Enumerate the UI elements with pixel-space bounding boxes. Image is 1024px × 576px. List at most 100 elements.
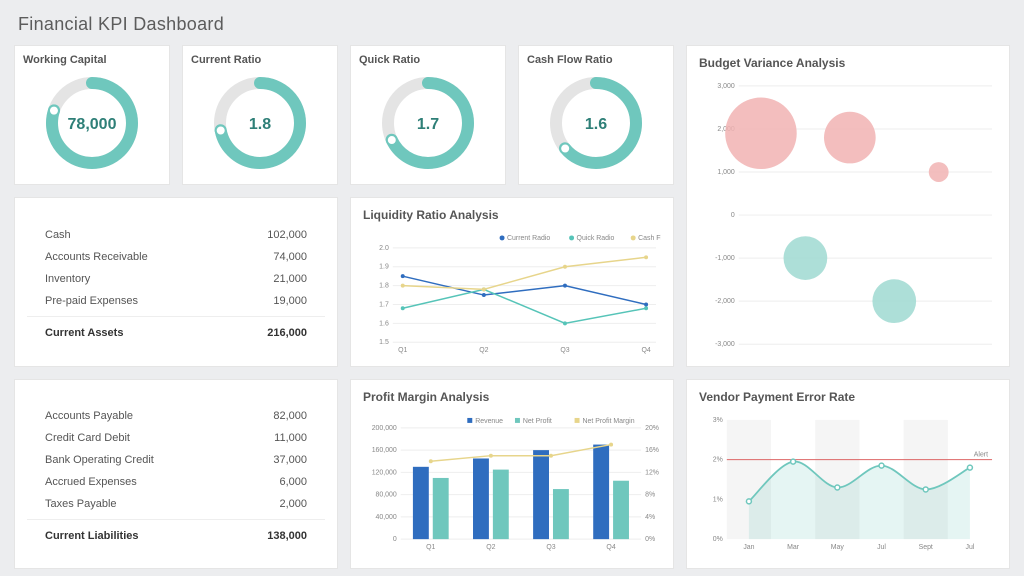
svg-text:1.8: 1.8: [379, 283, 389, 290]
svg-text:Current Radio: Current Radio: [507, 235, 550, 242]
row-value: 6,000: [279, 476, 307, 488]
row-label: Accounts Payable: [45, 410, 133, 422]
row-value: 19,000: [273, 295, 307, 307]
gauge-value: 78,000: [68, 116, 117, 133]
svg-text:8%: 8%: [645, 492, 655, 499]
gauge-icon: 1.8: [205, 73, 315, 173]
row-label: Pre-paid Expenses: [45, 295, 138, 307]
table-total: Current Assets 216,000: [27, 316, 325, 341]
svg-text:120,000: 120,000: [372, 469, 397, 476]
profit-margin-title: Profit Margin Analysis: [363, 390, 661, 404]
kpi-gauges-row: Working Capital 78,000 Current Ratio 1.8…: [14, 45, 674, 185]
svg-text:Jul: Jul: [965, 544, 974, 551]
gauge-title: Working Capital: [23, 54, 161, 66]
gauge-icon: 78,000: [37, 73, 147, 173]
row-value: 21,000: [273, 273, 307, 285]
svg-text:Q2: Q2: [479, 347, 488, 354]
liquidity-ratio-title: Liquidity Ratio Analysis: [363, 208, 661, 222]
svg-text:Q4: Q4: [641, 347, 650, 354]
budget-variance-chart: -3,000-2,000-1,00001,0002,0003,000: [699, 76, 997, 354]
svg-text:1.5: 1.5: [379, 339, 389, 346]
row-value: 82,000: [273, 410, 307, 422]
current-liabilities-panel: Accounts Payable 82,000 Credit Card Debit 1…: [14, 379, 338, 569]
total-value: 216,000: [267, 327, 307, 339]
svg-text:Jan: Jan: [743, 544, 754, 551]
vendor-error-panel: Vendor Payment Error Rate 0%1%2%3%AlertJ…: [686, 379, 1010, 569]
table-row: Pre-paid Expenses 19,000: [27, 290, 325, 312]
row-label: Credit Card Debit: [45, 432, 130, 444]
svg-text:1.6: 1.6: [379, 320, 389, 327]
gauge-icon: 1.7: [373, 73, 483, 173]
liquidity-ratio-panel: Liquidity Ratio Analysis Current Radio Qu…: [350, 197, 674, 367]
svg-text:4%: 4%: [645, 514, 655, 521]
svg-text:Mar: Mar: [787, 544, 800, 551]
svg-text:Net Profit Margin: Net Profit Margin: [583, 418, 635, 425]
svg-text:1,000: 1,000: [717, 169, 735, 176]
table-row: Accounts Payable 82,000: [27, 405, 325, 427]
svg-text:200,000: 200,000: [372, 425, 397, 432]
row-value: 11,000: [274, 432, 307, 444]
row-value: 2,000: [279, 498, 307, 510]
svg-text:Quick Radio: Quick Radio: [577, 235, 615, 242]
svg-text:40,000: 40,000: [376, 514, 397, 521]
svg-text:0: 0: [731, 212, 735, 219]
svg-text:Q1: Q1: [426, 544, 435, 551]
total-value: 138,000: [267, 530, 307, 542]
vendor-error-chart: 0%1%2%3%AlertJanMarMayJulSeptJul: [699, 410, 997, 559]
svg-text:Jul: Jul: [877, 544, 886, 551]
gauge-value: 1.6: [585, 116, 607, 133]
table-row: Inventory 21,000: [27, 268, 325, 290]
vendor-error-title: Vendor Payment Error Rate: [699, 390, 997, 404]
svg-text:Net Profit: Net Profit: [523, 418, 552, 425]
gauge-title: Quick Ratio: [359, 54, 497, 66]
profit-margin-chart: Revenue Net Profit Net Profit Margin 0 40,00…: [363, 410, 661, 559]
svg-text:3%: 3%: [713, 417, 723, 424]
svg-text:2%: 2%: [713, 457, 723, 464]
svg-text:-2,000: -2,000: [715, 298, 735, 305]
table-row: Cash102,000: [27, 224, 325, 246]
row-label: Accrued Expenses: [45, 476, 137, 488]
svg-text:Q3: Q3: [546, 544, 555, 551]
gauge-card-1: Current Ratio 1.8: [182, 45, 338, 185]
svg-text:Q3: Q3: [560, 347, 569, 354]
page-title: Financial KPI Dashboard: [18, 14, 1010, 35]
svg-text:1.9: 1.9: [379, 264, 389, 271]
current-assets-panel: Cash102,000 Accounts Receivable 74,000 Inve…: [14, 197, 338, 367]
budget-variance-title: Budget Variance Analysis: [699, 56, 997, 70]
table-row: Accrued Expenses 6,000: [27, 471, 325, 493]
gauge-card-0: Working Capital 78,000: [14, 45, 170, 185]
svg-text:80,000: 80,000: [376, 492, 397, 499]
svg-text:Alert: Alert: [974, 452, 988, 459]
svg-text:0: 0: [393, 536, 397, 543]
table-total: Current Liabilities 138,000: [27, 519, 325, 544]
gauge-title: Cash Flow Ratio: [527, 54, 665, 66]
svg-text:1.7: 1.7: [379, 301, 389, 308]
table-row: Taxes Payable2,000: [27, 493, 325, 515]
svg-text:Revenue: Revenue: [475, 418, 503, 425]
svg-text:16%: 16%: [645, 447, 659, 454]
svg-text:Q2: Q2: [486, 544, 495, 551]
budget-variance-panel: Budget Variance Analysis -3,000-2,000-1,…: [686, 45, 1010, 367]
row-value: 102,000: [267, 229, 307, 241]
svg-text:20%: 20%: [645, 425, 659, 432]
gauge-card-3: Cash Flow Ratio 1.6: [518, 45, 674, 185]
row-value: 74,000: [273, 251, 307, 263]
gauge-value: 1.8: [249, 116, 271, 133]
svg-text:0%: 0%: [713, 536, 723, 543]
row-label: Inventory: [45, 273, 90, 285]
svg-text:-3,000: -3,000: [715, 341, 735, 348]
table-row: Bank Operating Credit37,000: [27, 449, 325, 471]
svg-text:Cash Flow Radio: Cash Flow Radio: [638, 235, 661, 242]
svg-text:0%: 0%: [645, 536, 655, 543]
row-value: 37,000: [273, 454, 307, 466]
total-label: Current Assets: [45, 327, 123, 339]
svg-text:May: May: [831, 544, 845, 551]
svg-text:3,000: 3,000: [717, 83, 735, 90]
svg-text:Sept: Sept: [919, 544, 933, 551]
table-row: Accounts Receivable 74,000: [27, 246, 325, 268]
profit-margin-panel: Profit Margin Analysis Revenue Net Profit…: [350, 379, 674, 569]
row-label: Accounts Receivable: [45, 251, 148, 263]
total-label: Current Liabilities: [45, 530, 139, 542]
liquidity-ratio-chart: Current Radio Quick Radio Cash Flow Radio 1…: [363, 228, 661, 357]
svg-text:2.0: 2.0: [379, 245, 389, 252]
